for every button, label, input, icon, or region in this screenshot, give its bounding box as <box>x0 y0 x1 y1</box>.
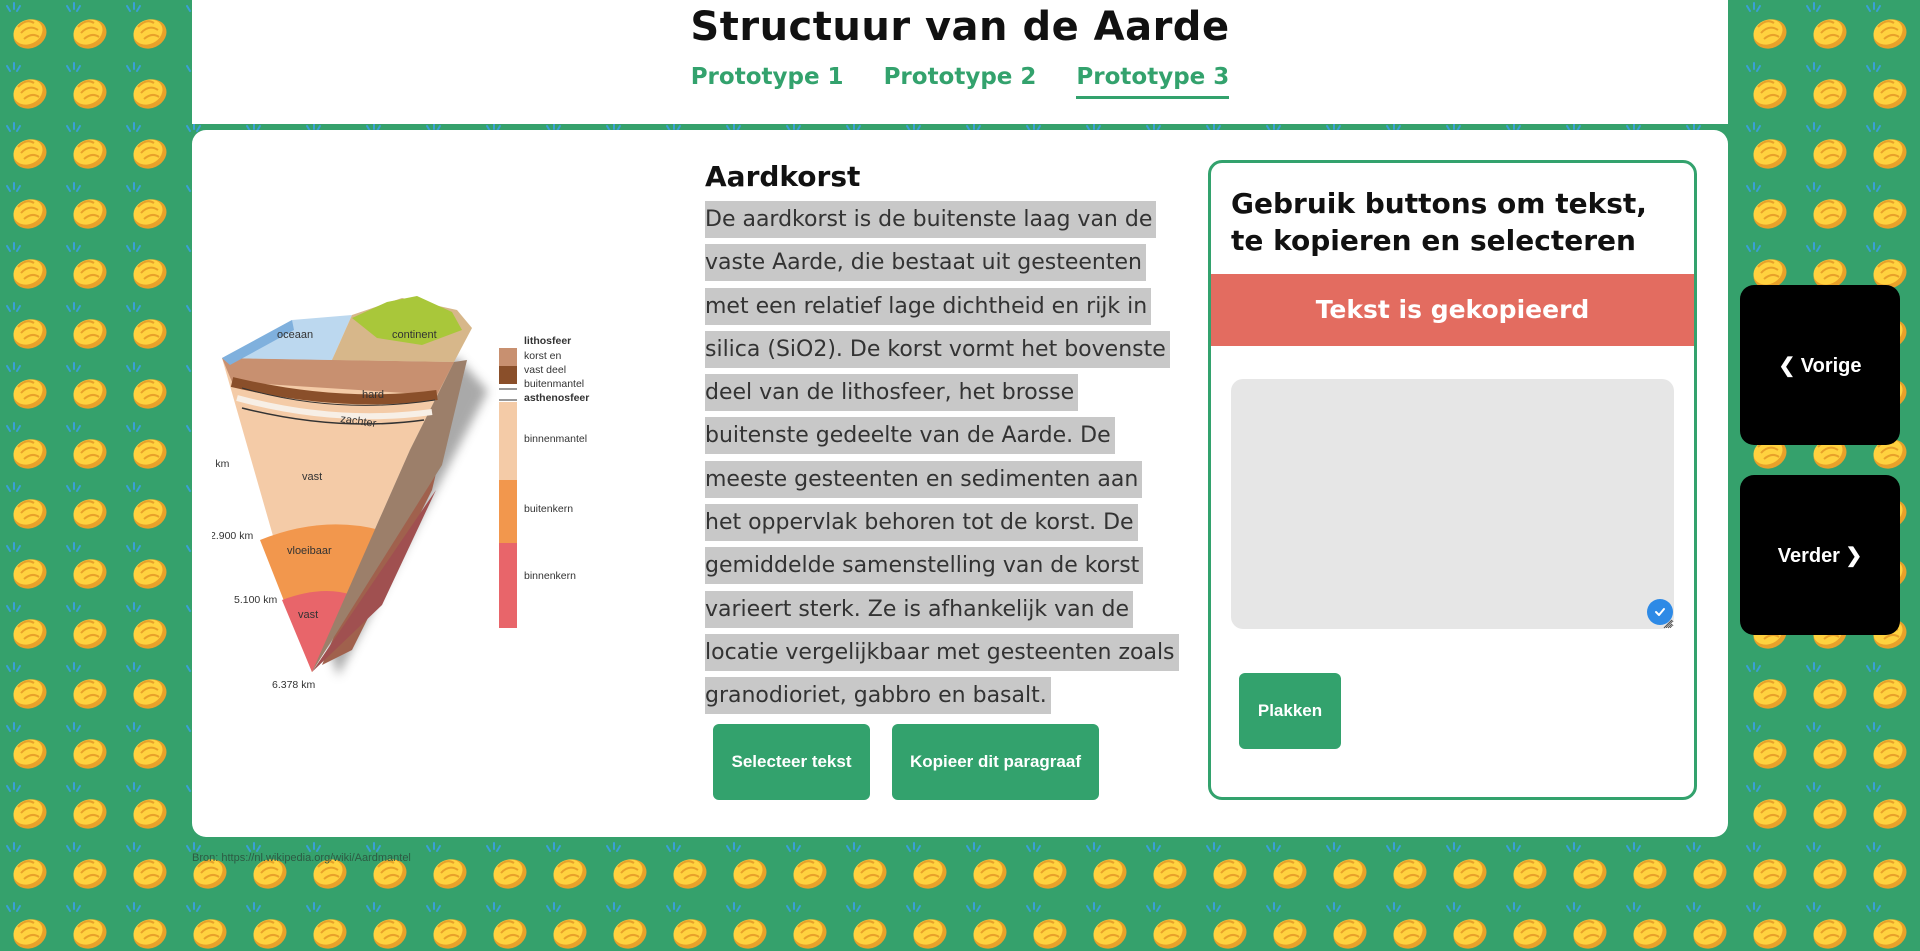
label-vast-upper: vast <box>302 471 322 483</box>
label-oceaan: oceaan <box>277 329 313 341</box>
paragraph-title: Aardkorst <box>705 160 861 193</box>
depth-2900: 2.900 km <box>212 530 253 542</box>
status-banner: Tekst is gekopieerd <box>1211 274 1694 346</box>
resize-handle-icon[interactable] <box>1661 617 1673 629</box>
legend-lithosfeer: lithosfeer <box>524 335 571 347</box>
tab-prototype-1[interactable]: Prototype 1 <box>691 64 844 99</box>
legend-binnenmantel: binnenmantel <box>524 433 587 445</box>
label-vast-lower: vast <box>298 609 318 621</box>
depth-5100: 5.100 km <box>234 594 277 606</box>
next-button[interactable]: Verder ❯ <box>1740 475 1900 635</box>
paste-button[interactable]: Plakken <box>1239 673 1341 749</box>
depth-6378: 6.378 km <box>272 679 315 690</box>
panel-title: Gebruik buttons om tekst, te kopieren en… <box>1231 187 1647 257</box>
legend-korst-2: vast deel <box>524 364 566 376</box>
prototype-tabs: Prototype 1 Prototype 2 Prototype 3 <box>192 64 1728 99</box>
previous-button[interactable]: ❮ Vorige <box>1740 285 1900 445</box>
copy-paragraph-button[interactable]: Kopieer dit paragraaf <box>892 724 1099 800</box>
source-credit: Bron: https://nl.wikipedia.org/wiki/Aard… <box>192 852 411 864</box>
legend-binnenkern: binnenkern <box>524 570 576 582</box>
page-title: Structuur van de Aarde <box>690 4 1230 50</box>
legend-buitenkern: buitenkern <box>524 503 573 515</box>
copy-paste-panel: Gebruik buttons om tekst, te kopieren en… <box>1208 160 1697 800</box>
paragraph-text[interactable]: De aardkorst is de buitenste laag van de… <box>705 198 1180 718</box>
legend-korst-1: korst en <box>524 350 562 362</box>
legend-asthenosfeer: asthenosfeer <box>524 392 589 404</box>
legend-korst-3: buitenmantel <box>524 378 584 390</box>
earth-structure-diagram: oceaan continent hard zachter vast vloei… <box>212 296 589 690</box>
content-card: oceaan continent hard zachter vast vloei… <box>192 130 1728 837</box>
page-header: Structuur van de Aarde Prototype 1 Proto… <box>192 0 1728 124</box>
tab-prototype-3[interactable]: Prototype 3 <box>1076 64 1230 99</box>
select-text-button[interactable]: Selecteer tekst <box>713 724 870 800</box>
depth-400: 400 km <box>212 458 230 470</box>
label-hard: hard <box>362 389 384 401</box>
paragraph-text-selected: De aardkorst is de buitenste laag van de… <box>705 201 1179 715</box>
paste-textarea[interactable] <box>1231 379 1674 629</box>
label-continent: continent <box>392 329 437 341</box>
label-vloeibaar: vloeibaar <box>287 545 332 557</box>
tab-prototype-2[interactable]: Prototype 2 <box>884 64 1037 99</box>
